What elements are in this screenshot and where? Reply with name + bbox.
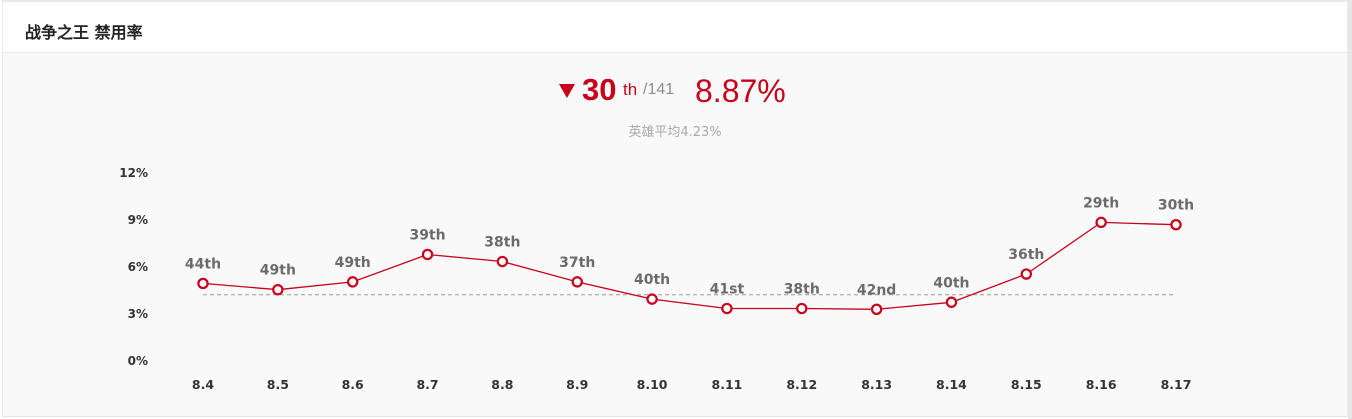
scrollbar[interactable] [1348, 0, 1352, 419]
x-axis: 8.4 8.5 8.6 8.7 8.8 8.9 8.10 8.11 8.12 8.13 8.14 8.… [192, 377, 1192, 392]
point-rank-label: 49th [260, 263, 296, 279]
data-point[interactable] [272, 284, 284, 296]
x-tick-label: 8.17 [1161, 377, 1192, 392]
data-point[interactable] [197, 277, 209, 290]
point-rank-label: 49th [335, 255, 371, 271]
point-rank-label: 40th [634, 272, 670, 288]
x-tick-label: 8.5 [267, 377, 289, 392]
x-tick-label: 8.12 [786, 377, 817, 392]
point-rank-label: 36th [1008, 247, 1044, 263]
point-rank-label: 30th [1158, 198, 1194, 214]
point-rank-label: 40th [933, 275, 969, 291]
x-tick-label: 8.9 [566, 377, 588, 392]
point-rank-label: 44th [185, 256, 221, 272]
point-rank-label: 38th [484, 235, 520, 251]
x-tick-label: 8.8 [491, 377, 513, 392]
data-point[interactable] [346, 276, 359, 288]
data-point[interactable] [496, 255, 509, 268]
data-point[interactable] [945, 296, 958, 308]
x-tick-label: 8.16 [1086, 377, 1117, 392]
y-axis: 12% 9% 6% 3% 0% [119, 166, 148, 368]
point-rank-label: 37th [559, 255, 595, 271]
data-point[interactable] [1020, 268, 1033, 280]
x-tick-label: 8.13 [861, 377, 892, 392]
y-tick-label: 3% [128, 307, 148, 321]
x-tick-label: 8.14 [936, 377, 967, 392]
y-tick-label: 0% [128, 354, 148, 368]
rank-labels: 44th 49th 49th 39th 38th 37th 40th 41st 38th 42nd… [185, 195, 1194, 298]
data-point[interactable] [1095, 216, 1107, 229]
x-tick-label: 8.4 [192, 377, 214, 392]
data-point[interactable] [646, 293, 658, 305]
x-tick-label: 8.7 [416, 377, 438, 392]
x-tick-label: 8.11 [712, 377, 743, 392]
x-tick-label: 8.6 [342, 377, 364, 392]
y-tick-label: 6% [128, 260, 148, 274]
point-rank-label: 42nd [857, 282, 896, 298]
data-point[interactable] [870, 303, 883, 315]
data-point[interactable] [1170, 218, 1182, 231]
y-tick-label: 12% [119, 166, 148, 180]
data-point[interactable] [421, 248, 434, 261]
x-tick-label: 8.15 [1011, 377, 1042, 392]
point-rank-label: 41st [710, 282, 745, 298]
y-tick-label: 9% [128, 213, 148, 227]
ban-rate-line-chart: 12%9%6%3%0% 8.4 8.5 8.6 8.7 8.8 8.9 8.10 8.11 8.… [119, 166, 1194, 392]
point-rank-label: 29th [1083, 195, 1119, 211]
x-tick-label: 8.10 [637, 377, 668, 392]
data-point[interactable] [571, 276, 583, 288]
data-point[interactable] [721, 302, 733, 315]
data-point[interactable] [796, 302, 808, 315]
point-rank-label: 39th [409, 227, 445, 243]
point-rank-label: 38th [784, 282, 820, 298]
